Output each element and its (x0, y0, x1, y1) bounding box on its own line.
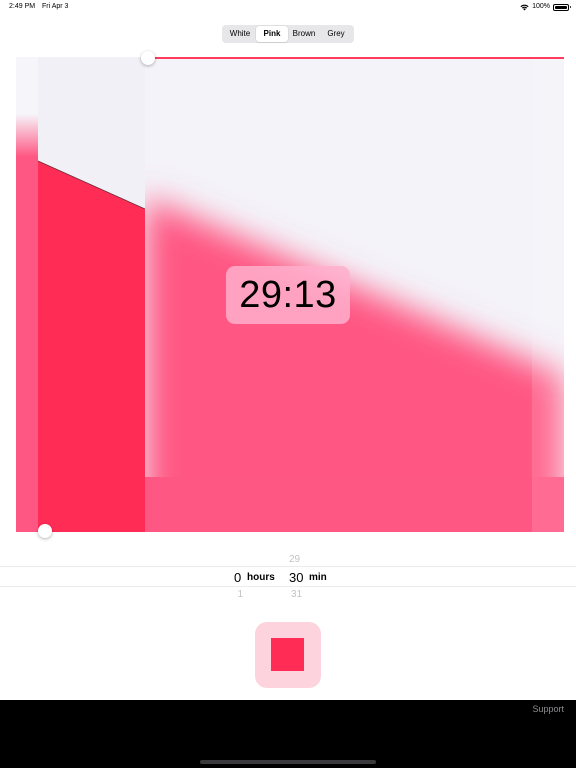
segment-white[interactable]: White (224, 26, 256, 42)
timer-display: 29:13 (226, 266, 350, 324)
status-date: Fri Apr 3 (42, 3, 69, 10)
status-indicators: 100% (520, 0, 571, 14)
range-handle-bottom[interactable] (38, 524, 52, 538)
home-indicator[interactable] (200, 760, 376, 764)
status-bar: 2:49 PM Fri Apr 3 100% (0, 0, 576, 14)
picker-divider-bottom (0, 586, 576, 587)
stop-icon (271, 638, 304, 671)
minutes-unit-label: min (309, 572, 327, 583)
battery-percentage: 100% (532, 3, 550, 10)
hours-unit-label: hours (247, 572, 275, 583)
segment-grey[interactable]: Grey (320, 26, 352, 42)
hours-selected-value[interactable]: 0 (234, 570, 241, 585)
stop-button[interactable] (255, 622, 321, 688)
hours-next-value[interactable]: 1 (233, 589, 243, 600)
status-time: 2:49 PM (9, 3, 36, 10)
minutes-selected-value[interactable]: 30 (289, 570, 303, 585)
minutes-prev-value[interactable]: 29 (289, 554, 300, 565)
battery-icon (553, 3, 571, 11)
viz-selected-fill (38, 161, 145, 532)
viz-left-strip (16, 57, 38, 532)
segment-pink[interactable]: Pink (256, 26, 288, 42)
picker-divider-top (0, 566, 576, 567)
duration-picker[interactable]: 1 0 hours 29 30 min 31 (0, 548, 576, 602)
viz-top-line (147, 57, 564, 59)
wifi-icon (520, 4, 529, 10)
bottom-bar: Support (0, 700, 576, 768)
noise-color-selector: White Pink Brown Grey (222, 25, 354, 43)
support-link[interactable]: Support (532, 704, 564, 714)
minutes-next-value[interactable]: 31 (291, 589, 302, 600)
range-handle-top[interactable] (141, 51, 155, 65)
segment-brown[interactable]: Brown (288, 26, 320, 42)
